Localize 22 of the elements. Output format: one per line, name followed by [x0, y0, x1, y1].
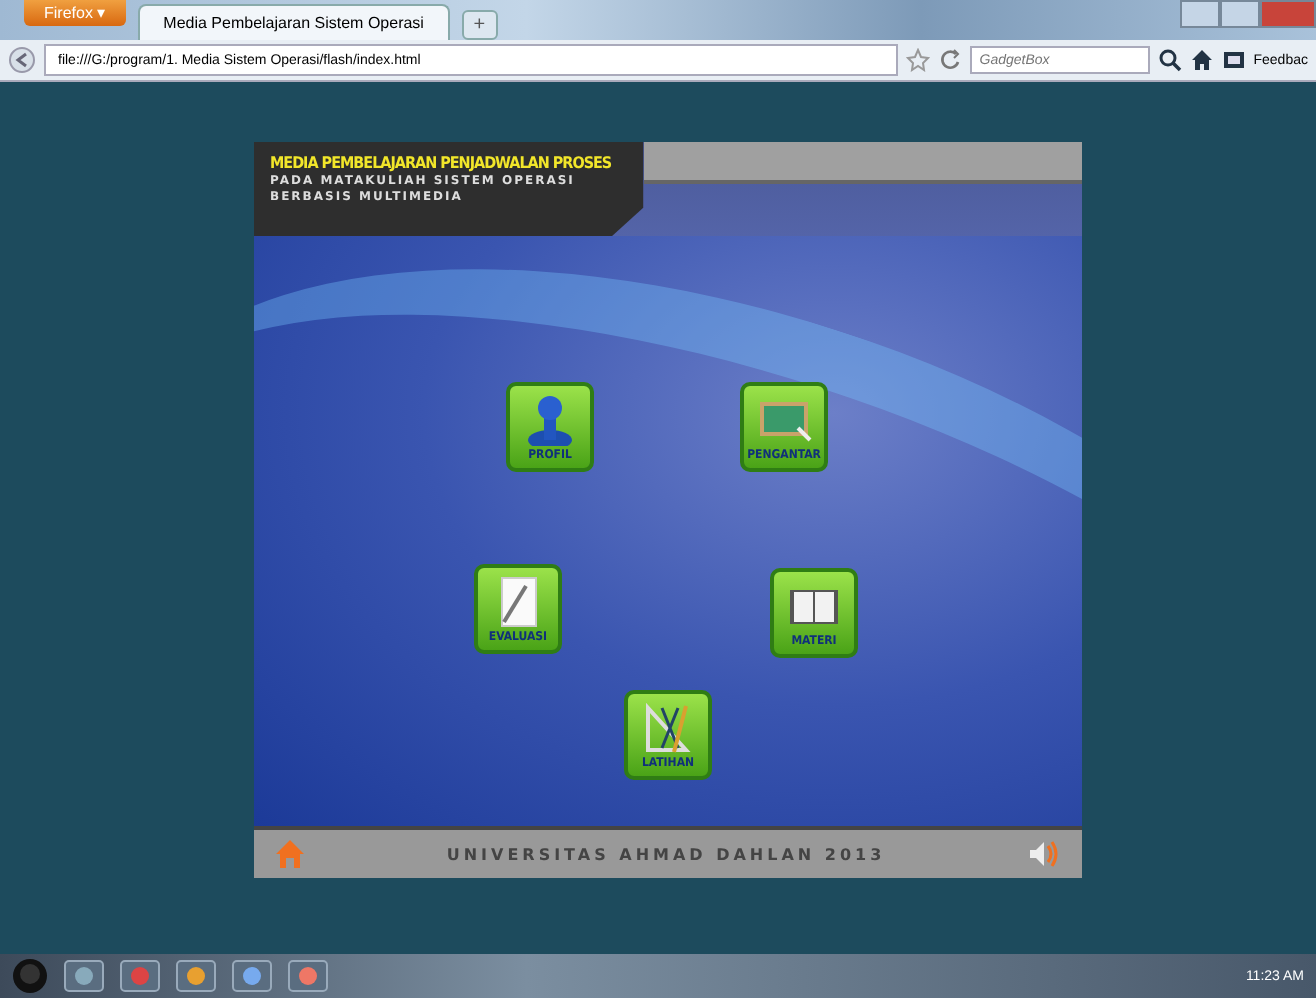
star-icon: [905, 48, 930, 72]
bookmarks-icon: [1221, 48, 1246, 72]
taskbar-app-icon[interactable]: [288, 960, 328, 992]
browser-tab[interactable]: Media Pembelajaran Sistem Operasi: [137, 4, 450, 40]
taskbar-app-icon[interactable]: [232, 960, 272, 992]
maximize-icon[interactable]: [1220, 0, 1260, 28]
home-icon: [1189, 48, 1214, 72]
firefox-menu-button[interactable]: Firefox ▾: [24, 0, 126, 26]
minimize-icon[interactable]: [1180, 0, 1220, 28]
reload-icon: [937, 48, 962, 72]
new-tab-button[interactable]: +: [461, 10, 498, 40]
speaker-icon: [1026, 838, 1062, 870]
app-title: MEDIA PEMBELAJARAN PENJADWALAN PROSES: [270, 154, 612, 172]
taskbar-app-icon[interactable]: [176, 960, 216, 992]
taskbar-app-icon[interactable]: [120, 960, 160, 992]
back-icon: [8, 46, 36, 74]
home-icon: [274, 838, 306, 870]
taskbar-app-icon[interactable]: [64, 960, 104, 992]
footer-text: UNIVERSITAS AHMAD DAHLAN 2013: [444, 845, 888, 863]
close-icon[interactable]: [1260, 0, 1316, 28]
start-button-icon: [12, 958, 48, 994]
search-icon: [1157, 48, 1182, 72]
